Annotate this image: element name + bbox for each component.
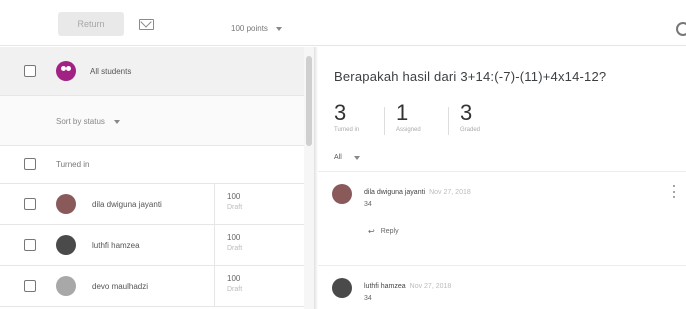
stat-divider (448, 107, 449, 135)
student-row[interactable]: devo maulhadzi 100 Draft (0, 266, 314, 307)
comment-text: 34 (364, 201, 372, 208)
turned-in-section-row: Turned in (0, 146, 314, 184)
divider (318, 171, 686, 172)
stat-label: Assigned (396, 127, 421, 133)
comment-author: luthfi hamzea Nov 27, 2018 (364, 283, 451, 290)
comment-date: Nov 27, 2018 (429, 189, 471, 196)
stat-value: 3 (334, 100, 347, 125)
question-detail-panel: Berapakah hasil dari 3+14:(-7)-(11)+4x14… (318, 47, 686, 309)
grade-value: 100 (227, 192, 241, 201)
student-list-panel: All students Sort by status Turned in di… (0, 47, 314, 309)
turned-in-label: Turned in (56, 160, 90, 169)
sort-row: Sort by status (0, 96, 314, 146)
avatar (56, 235, 76, 255)
top-toolbar: Return 100 points (0, 0, 686, 46)
stat-turned-in[interactable]: 3 Turned in (334, 100, 360, 134)
all-students-checkbox[interactable] (24, 65, 36, 77)
points-label: 100 points (231, 24, 268, 33)
grade-cell[interactable]: 100 Draft (214, 266, 314, 306)
comment-author: dila dwiguna jayanti Nov 27, 2018 (364, 189, 471, 196)
comment-author-name: dila dwiguna jayanti (364, 189, 426, 196)
student-checkbox[interactable] (24, 198, 36, 210)
reply-icon: ↩ (368, 227, 375, 236)
grade-cell[interactable]: 100 Draft (214, 225, 314, 265)
avatar (332, 278, 352, 298)
scrollbar-thumb[interactable] (306, 56, 312, 146)
chevron-down-icon (113, 119, 120, 124)
reply-label: Reply (380, 228, 399, 235)
all-students-row[interactable]: All students (0, 47, 314, 96)
student-row[interactable]: dila dwiguna jayanti 100 Draft (0, 184, 314, 225)
grade-value: 100 (227, 233, 241, 242)
points-dropdown[interactable]: 100 points (231, 24, 282, 33)
stat-graded[interactable]: 3 Graded (460, 100, 481, 134)
student-name: luthfi hamzea (92, 241, 140, 250)
stat-assigned[interactable]: 1 Assigned (396, 100, 421, 134)
comment-author-name: luthfi hamzea (364, 283, 406, 290)
avatar (56, 276, 76, 296)
grade-cell[interactable]: 100 Draft (214, 184, 314, 224)
comment-date: Nov 27, 2018 (409, 283, 452, 290)
filter-label: All (334, 154, 342, 161)
sort-label: Sort by status (56, 117, 105, 126)
chevron-down-icon (353, 155, 360, 160)
settings-icon[interactable] (676, 22, 686, 36)
grade-status: Draft (227, 204, 243, 211)
grade-status: Draft (227, 245, 243, 252)
turned-in-checkbox[interactable] (24, 158, 36, 170)
stat-value: 1 (396, 100, 409, 125)
return-button[interactable]: Return (58, 12, 124, 36)
student-name: dila dwiguna jayanti (92, 200, 162, 209)
reply-button[interactable]: ↩ Reply (368, 227, 399, 236)
avatar (56, 194, 76, 214)
student-row[interactable]: luthfi hamzea 100 Draft (0, 225, 314, 266)
student-checkbox[interactable] (24, 239, 36, 251)
more-options-icon[interactable] (673, 185, 676, 198)
comment-text: 34 (364, 295, 372, 302)
question-title: Berapakah hasil dari 3+14:(-7)-(11)+4x14… (334, 69, 607, 84)
stat-divider (384, 107, 385, 135)
stat-value: 3 (460, 100, 473, 125)
chevron-down-icon (275, 26, 282, 31)
grade-value: 100 (227, 274, 241, 283)
comment-filter-dropdown[interactable]: All (334, 154, 360, 161)
all-students-label: All students (90, 67, 132, 76)
sort-dropdown[interactable]: Sort by status (56, 117, 120, 126)
group-icon (56, 61, 76, 81)
divider (318, 265, 686, 266)
stat-label: Turned in (334, 127, 360, 133)
student-name: devo maulhadzi (92, 282, 149, 291)
mail-icon[interactable] (139, 19, 154, 30)
student-checkbox[interactable] (24, 280, 36, 292)
stat-label: Graded (460, 127, 481, 133)
grade-status: Draft (227, 286, 243, 293)
avatar (332, 184, 352, 204)
